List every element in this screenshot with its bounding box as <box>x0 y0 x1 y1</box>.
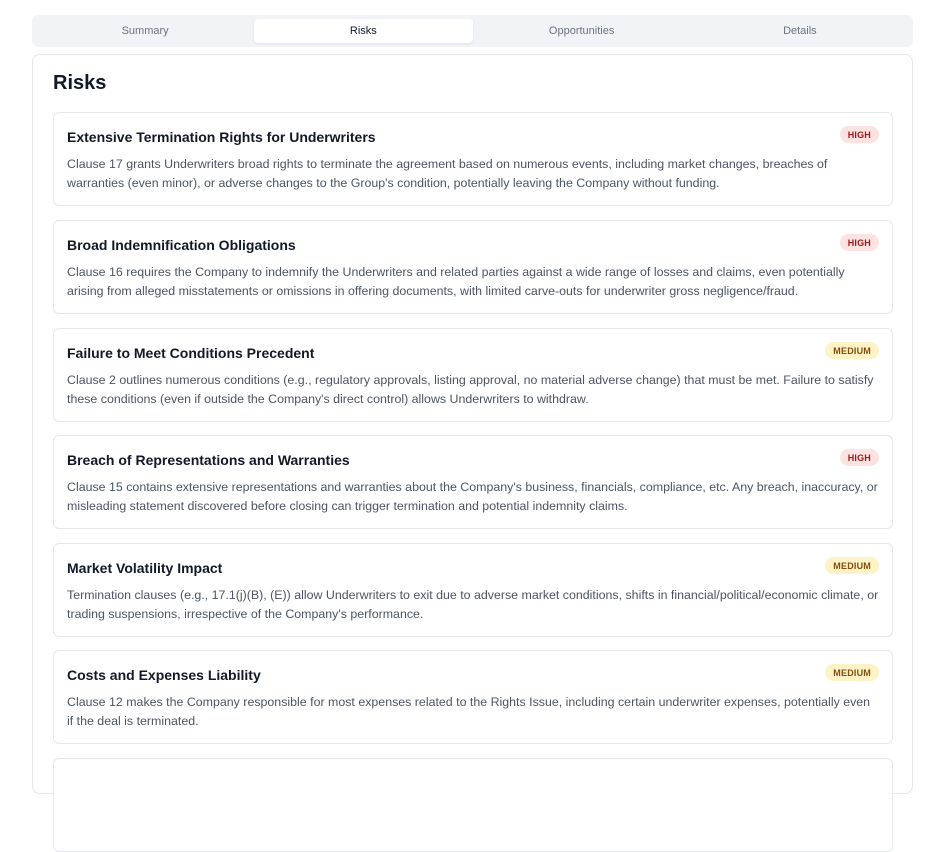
risk-title: Market Volatility Impact <box>67 560 223 576</box>
risk-description: Clause 2 outlines numerous conditions (e… <box>67 373 874 406</box>
severity-badge: MEDIUM <box>825 664 879 681</box>
risk-title: Costs and Expenses Liability <box>67 667 261 683</box>
risk-description: Clause 12 makes the Company responsible … <box>67 695 871 728</box>
severity-badge: HIGH <box>839 126 879 143</box>
risk-description: Termination clauses (e.g., 17.1(j)(B), (… <box>67 588 879 621</box>
severity-badge: HIGH <box>839 234 879 251</box>
risk-card: Broad Indemnification Obligations HIGH C… <box>53 220 893 314</box>
risk-description: Clause 17 grants Underwriters broad righ… <box>67 157 828 190</box>
risks-panel: Risks Extensive Termination Rights for U… <box>32 54 913 852</box>
risk-card: Failure to Meet Conditions Precedent MED… <box>53 328 893 422</box>
tab-risks[interactable]: Risks <box>254 19 473 43</box>
risk-card: Extensive Termination Rights for Underwr… <box>53 112 893 206</box>
severity-badge: HIGH <box>839 449 879 466</box>
risk-title: Breach of Representations and Warranties <box>67 452 350 468</box>
risk-card: Costs and Expenses Liability MEDIUM Clau… <box>53 650 893 744</box>
risk-description: Clause 15 contains extensive representat… <box>67 480 878 513</box>
risk-description: Clause 16 requires the Company to indemn… <box>67 265 845 298</box>
tab-summary[interactable]: Summary <box>36 19 254 43</box>
panel-title: Risks <box>53 72 107 94</box>
risk-card <box>53 758 893 852</box>
risk-title: Extensive Termination Rights for Underwr… <box>67 129 376 145</box>
risk-card: Breach of Representations and Warranties… <box>53 435 893 529</box>
severity-badge: MEDIUM <box>825 557 879 574</box>
tab-details[interactable]: Details <box>691 19 909 43</box>
severity-badge: MEDIUM <box>825 342 879 359</box>
tab-bar: Summary Risks Opportunities Details <box>32 15 913 47</box>
tab-opportunities[interactable]: Opportunities <box>473 19 691 43</box>
risk-title: Broad Indemnification Obligations <box>67 237 296 253</box>
risk-card: Market Volatility Impact MEDIUM Terminat… <box>53 543 893 637</box>
risk-title: Failure to Meet Conditions Precedent <box>67 345 315 361</box>
